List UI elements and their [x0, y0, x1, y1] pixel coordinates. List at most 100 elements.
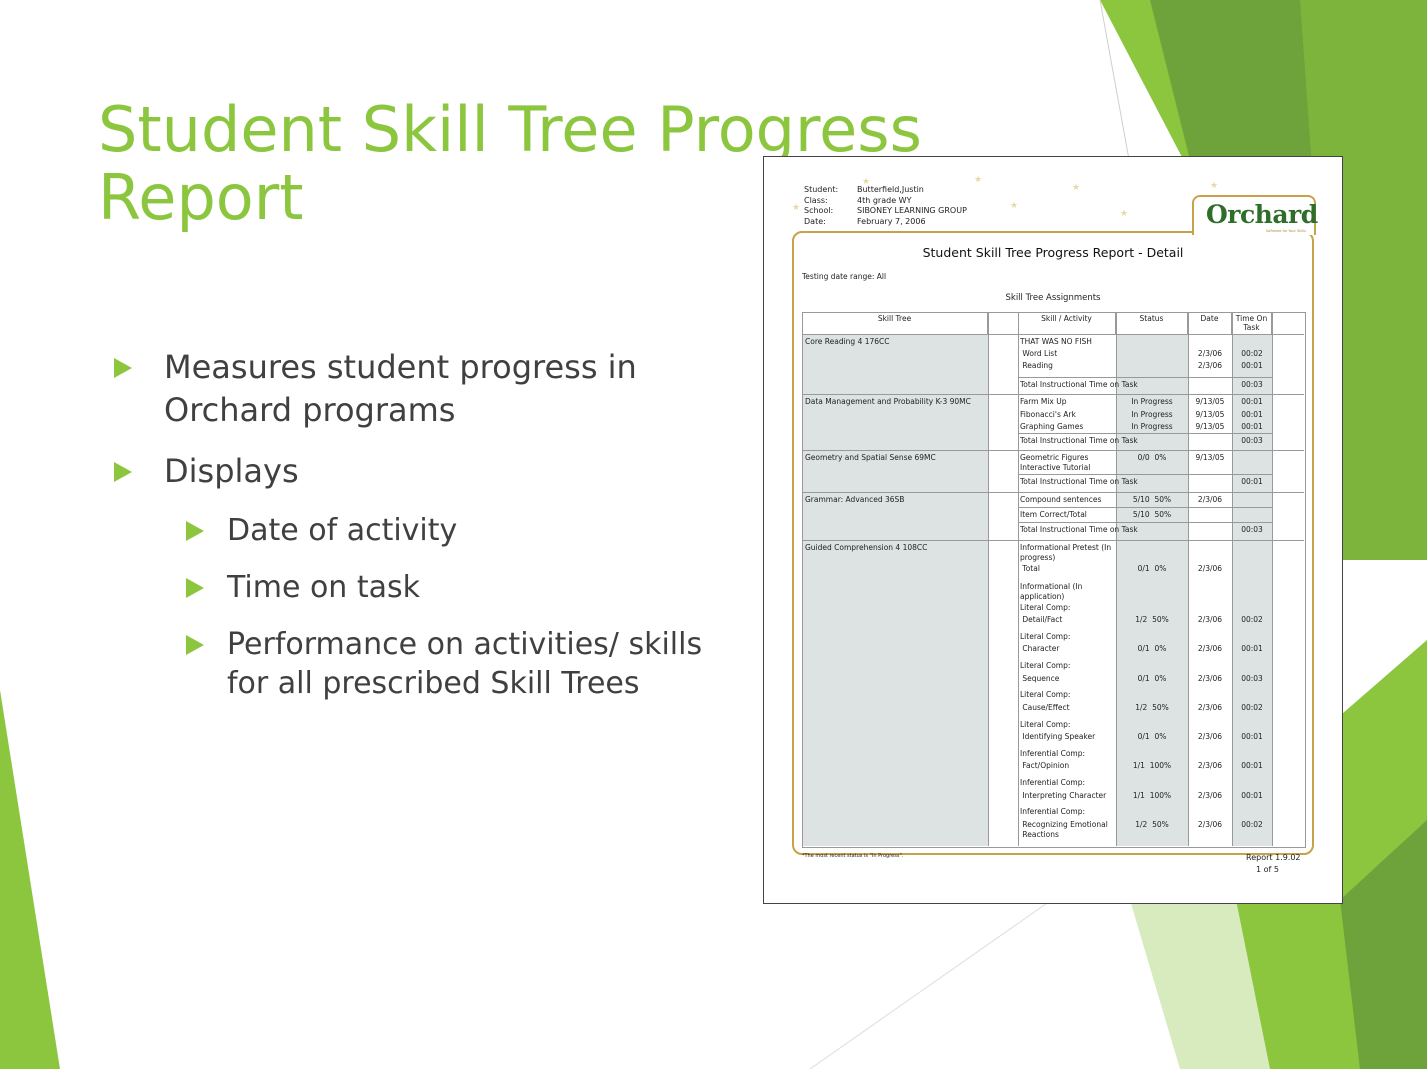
sub-bullet-item: Performance on activities/ skills for al… — [110, 625, 750, 703]
bullet-item: Measures student progress in Orchard pro… — [110, 346, 750, 432]
section-title: Skill Tree Assignments — [1005, 293, 1101, 303]
cell-status: 0/1 0% — [1137, 644, 1167, 653]
header-status: Status — [1116, 312, 1188, 334]
deco-thin-line-2 — [809, 879, 1081, 1069]
cell-status: 1/1 100% — [1132, 761, 1172, 770]
cell-status: In Progress — [1131, 410, 1173, 419]
cell-date: 2/3/06 — [1197, 703, 1223, 712]
meta-row: Student: Butterfield,Justin — [804, 185, 967, 196]
report-id: Report 1.9.02 — [1246, 853, 1301, 862]
slide-title-line-1: Student Skill Tree Progress — [98, 93, 922, 166]
cell-skill: Item Correct/Total — [1020, 510, 1087, 519]
meta-row: School: SIBONEY LEARNING GROUP — [804, 206, 967, 217]
cell-skill: Literal Comp: — [1020, 661, 1071, 670]
cell-skill: Recognizing Emotional — [1020, 820, 1108, 829]
cell-time: 00:01 — [1241, 410, 1263, 419]
cell-skill: Detail/Fact — [1020, 615, 1063, 624]
cell-skill: Literal Comp: — [1020, 632, 1071, 641]
report-meta: Student: Butterfield,Justin Class: 4th gra… — [804, 185, 967, 227]
tree-divider — [802, 450, 1304, 451]
cell-status: 5/10 50% — [1132, 510, 1172, 519]
skill-tree-name: Data Management and Probability K-3 90MC — [805, 397, 971, 406]
header-divider — [802, 334, 1304, 335]
total-divider — [1018, 377, 1272, 378]
meta-key: Date: — [804, 216, 826, 226]
cell-skill: Inferential Comp: — [1020, 807, 1086, 816]
cell-date: 9/13/05 — [1195, 422, 1225, 431]
cell-time: 00:02 — [1241, 615, 1263, 624]
skill-tree-name: Core Reading 4 176CC — [805, 337, 890, 346]
cell-status: 0/0 0% — [1137, 453, 1167, 462]
orchard-logo: Orchard Software for Your Skills — [1192, 195, 1318, 235]
cell-date: 2/3/06 — [1197, 644, 1223, 653]
skill-tree-name: Guided Comprehension 4 108CC — [805, 543, 928, 552]
cell-skill: progress) — [1020, 553, 1056, 562]
column-divider — [1018, 312, 1019, 846]
header-skill-tree: Skill Tree — [802, 312, 988, 334]
star-icon: ★ — [1120, 209, 1129, 219]
cell-time: 00:02 — [1241, 820, 1263, 829]
cell-skill: Farm Mix Up — [1020, 397, 1067, 406]
cell-date: 2/3/06 — [1197, 564, 1223, 573]
cell-time: 00:01 — [1241, 761, 1263, 770]
cell-status: In Progress — [1131, 397, 1173, 406]
meta-value: 4th grade WY — [857, 195, 912, 205]
star-icon: ★ — [1010, 201, 1019, 211]
cell-date: 2/3/06 — [1197, 361, 1223, 370]
cell-skill: Word List — [1020, 349, 1058, 358]
star-icon: ★ — [1072, 183, 1081, 193]
cell-time: 00:01 — [1241, 397, 1263, 406]
bullet-item: Displays — [110, 450, 750, 493]
header-date: Date — [1188, 312, 1232, 334]
star-icon: ★ — [1210, 181, 1219, 191]
cell-date: 2/3/06 — [1197, 674, 1223, 683]
cell-date: 9/13/05 — [1195, 410, 1225, 419]
sub-bullet-item: Time on task — [110, 568, 750, 607]
bullet-arrow-icon — [186, 521, 204, 541]
footnote: *The most recent status is "In Progress"… — [802, 853, 904, 859]
skill-tree-name: Grammar: Advanced 36SB — [805, 495, 905, 504]
bullet-text: Date of activity — [227, 513, 458, 548]
bullet-list: Measures student progress in Orchard pro… — [110, 346, 750, 721]
orchard-logo-text: Orchard — [1206, 200, 1318, 229]
cell-skill: Graphing Games — [1020, 422, 1084, 431]
meta-key: Student: — [804, 185, 839, 194]
bullet-arrow-icon — [114, 462, 132, 482]
bullet-arrow-icon — [114, 358, 132, 378]
column-divider — [1272, 312, 1273, 846]
meta-key: Class: — [804, 195, 828, 205]
cell-skill: Reading — [1020, 361, 1053, 370]
report-screenshot: ★ ★ ★ ★ ★ ★ ★ Student: Butterfield,Justin… — [763, 156, 1343, 904]
cell-skill: Fact/Opinion — [1020, 761, 1070, 770]
bullet-text: Measures student progress in — [164, 348, 637, 386]
cell-time: 00:02 — [1241, 703, 1263, 712]
report-title: Student Skill Tree Progress Report - Det… — [922, 245, 1184, 260]
cell-time: 00:01 — [1241, 422, 1263, 431]
cell-skill: Compound sentences — [1020, 495, 1102, 504]
meta-key: School: — [804, 206, 834, 215]
cell-skill: Interactive Tutorial — [1020, 463, 1091, 472]
cell-date: 2/3/06 — [1197, 495, 1223, 504]
cell-skill: Character — [1020, 644, 1060, 653]
page-number: 1 of 5 — [1256, 865, 1279, 874]
cell-time: 00:01 — [1241, 732, 1263, 741]
cell-skill: Inferential Comp: — [1020, 778, 1086, 787]
header-skill-activity: Skill / Activity — [1018, 312, 1116, 334]
cell-skill: Total Instructional Time on Task — [1020, 436, 1138, 445]
cell-skill: Total Instructional Time on Task — [1020, 380, 1138, 389]
cell-skill: Sequence — [1020, 674, 1060, 683]
cell-time: 00:01 — [1241, 477, 1263, 486]
cell-skill: Literal Comp: — [1020, 690, 1071, 699]
cell-skill: Total Instructional Time on Task — [1020, 525, 1138, 534]
bullet-text: Displays — [164, 452, 299, 490]
cell-date: 9/13/05 — [1195, 453, 1225, 462]
cell-date: 2/3/06 — [1197, 732, 1223, 741]
cell-status: 1/1 100% — [1132, 791, 1172, 800]
sub-bullet-item: Date of activity — [110, 511, 750, 550]
cell-status: In Progress — [1131, 422, 1173, 431]
bullet-arrow-icon — [186, 635, 204, 655]
cell-skill: THAT WAS NO FISH — [1020, 337, 1092, 346]
cell-skill: Fibonacci's Ark — [1020, 410, 1076, 419]
cell-skill: Reactions — [1020, 830, 1059, 839]
total-divider — [1018, 522, 1272, 523]
